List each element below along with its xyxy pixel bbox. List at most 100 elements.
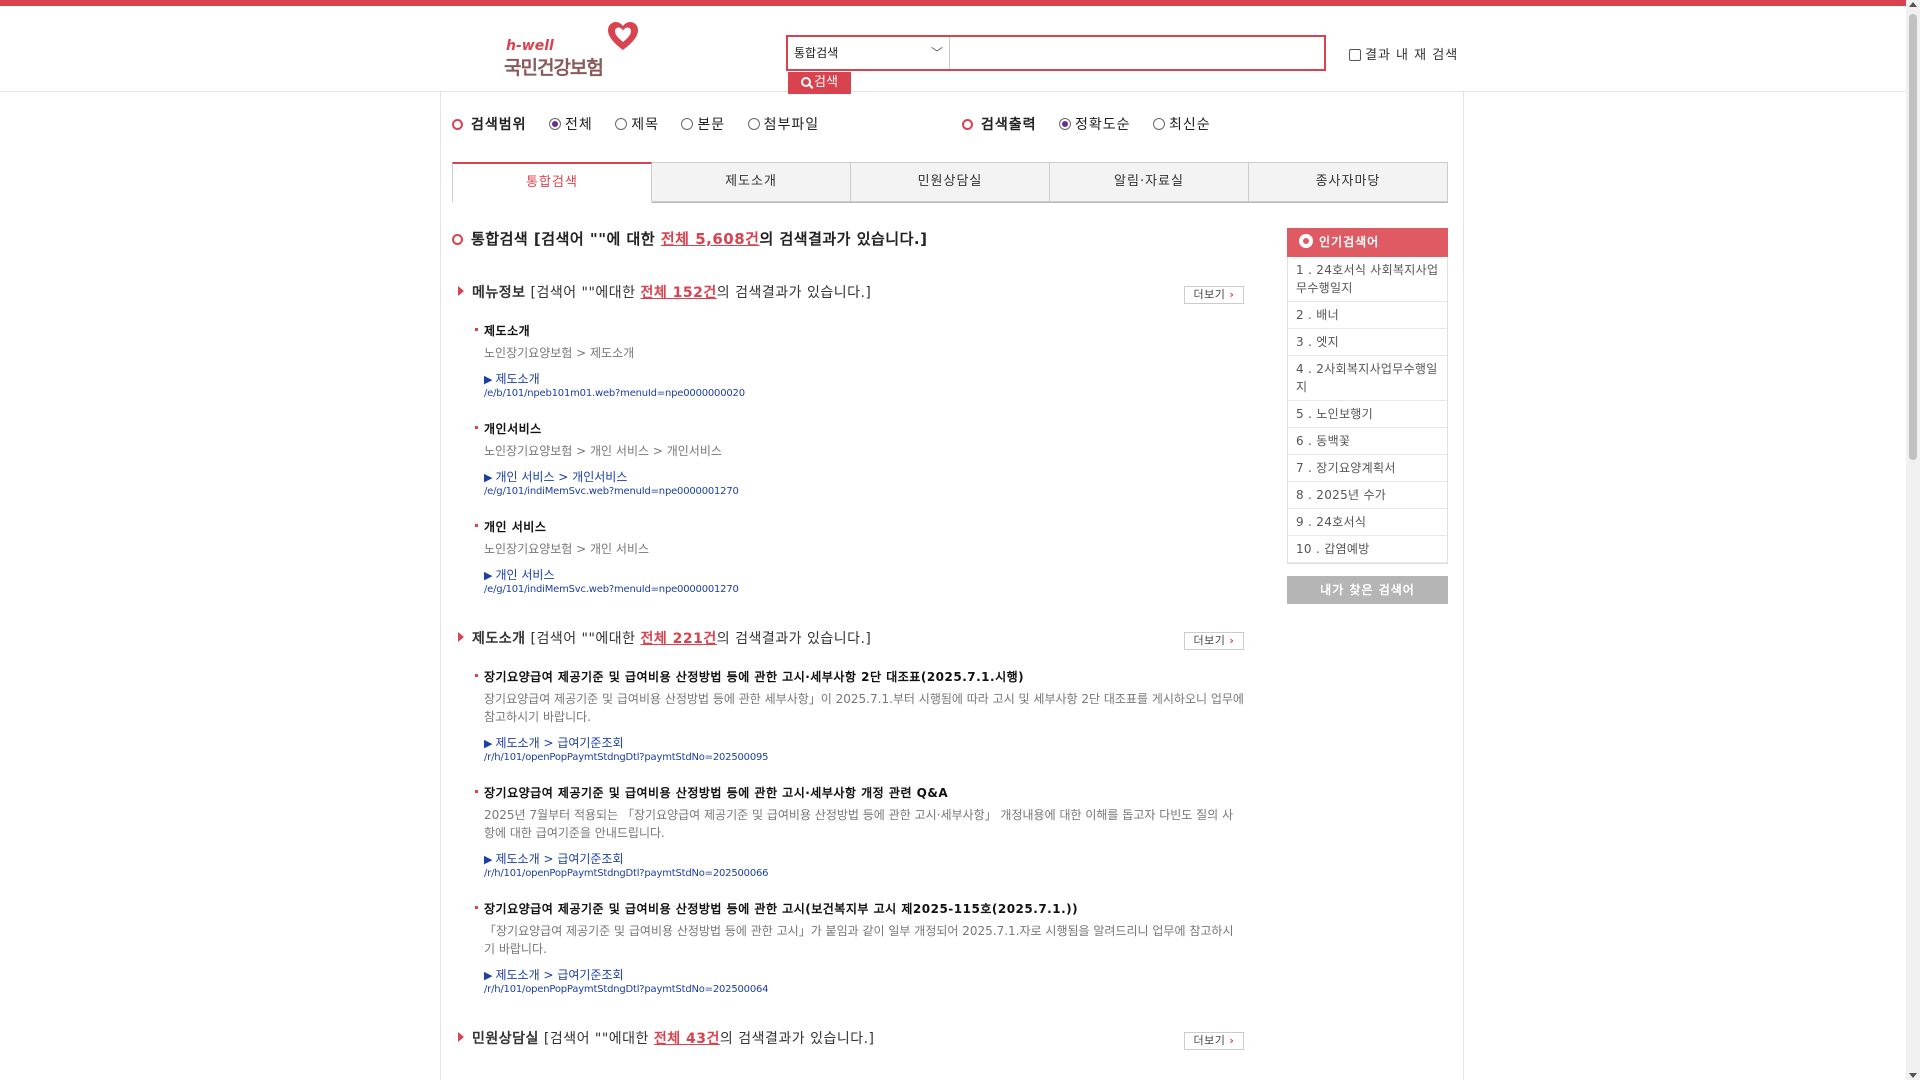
range-radio-attachment[interactable]: 첨부파일 bbox=[747, 114, 820, 134]
category-tabs: 통합검색 제도소개 민원상담실 알림·자료실 종사자마당 bbox=[452, 162, 1448, 203]
radio-icon bbox=[615, 118, 628, 130]
range-radio-all[interactable]: 전체 bbox=[548, 114, 593, 134]
result-item: 장기요양급여 제공기준 및 급여비용 산정방법 등에 관한 고시·세부사항 개정… bbox=[472, 784, 1252, 882]
more-label: 더보기 bbox=[1193, 1034, 1226, 1047]
heart-icon bbox=[608, 22, 638, 50]
popular-keyword[interactable]: 5 . 노인보행기 bbox=[1288, 401, 1447, 428]
result-url[interactable]: /e/g/101/indiMemSvc.web?menuId=npe000000… bbox=[484, 584, 1252, 598]
bullet-icon bbox=[475, 790, 478, 793]
chevron-right-icon: › bbox=[1229, 1034, 1235, 1047]
logo-name: 국민건강보험 bbox=[504, 57, 604, 79]
popular-keyword[interactable]: 3 . 엣지 bbox=[1288, 329, 1447, 356]
popular-title: 인기검색어 bbox=[1319, 235, 1380, 249]
section-count-link[interactable]: 전체 43건 bbox=[654, 1031, 720, 1047]
popular-keywords-list: 1 . 24호서식 사회복지사업 무수행일지 2 . 배너 3 . 엣지 4 .… bbox=[1287, 257, 1448, 564]
result-path: 노인장기요양보험 > 개인 서비스 bbox=[484, 542, 650, 556]
bullet-icon bbox=[475, 906, 478, 909]
result-title[interactable]: 장기요양급여 제공기준 및 급여비용 산정방법 등에 관한 고시(보건복지부 고… bbox=[484, 900, 1252, 918]
section-prefix: [검색어 ""에대한 bbox=[525, 285, 641, 301]
result-title[interactable]: 개인 서비스 bbox=[484, 518, 1252, 536]
range-radio-label: 전체 bbox=[564, 117, 593, 133]
result-url[interactable]: /r/h/101/openPopPaymtStdngDtl?paymtStdNo… bbox=[484, 868, 1252, 882]
result-description: 장기요양급여 제공기준 및 급여비용 산정방법 등에 관한 세부사항」이 202… bbox=[484, 692, 1244, 724]
result-title[interactable]: 장기요양급여 제공기준 및 급여비용 산정방법 등에 관한 고시·세부사항 개정… bbox=[484, 784, 1252, 802]
tab-worker-yard[interactable]: 종사자마당 bbox=[1249, 162, 1448, 202]
section-count-link[interactable]: 전체 221건 bbox=[641, 631, 717, 647]
tab-notice-data[interactable]: 알림·자료실 bbox=[1050, 162, 1249, 202]
range-label: 검색범위 bbox=[471, 117, 527, 133]
search-input[interactable] bbox=[954, 40, 1314, 66]
range-options: 검색범위 전체 제목 본문 첨부파일 bbox=[452, 114, 837, 134]
bullet-icon bbox=[475, 426, 478, 429]
scroll-down-icon[interactable] bbox=[1909, 1073, 1917, 1078]
popular-keyword[interactable]: 1 . 24호서식 사회복지사업 무수행일지 bbox=[1288, 257, 1447, 302]
tab-integrated[interactable]: 통합검색 bbox=[452, 162, 652, 203]
logo[interactable]: h-well 국민건강보험 bbox=[504, 20, 644, 79]
popular-keyword[interactable]: 2 . 배너 bbox=[1288, 302, 1447, 329]
tab-civil-counsel[interactable]: 민원상담실 bbox=[851, 162, 1050, 202]
scroll-up-icon[interactable] bbox=[1909, 2, 1917, 7]
play-icon: ▶ bbox=[484, 969, 493, 982]
tab-system-intro[interactable]: 제도소개 bbox=[652, 162, 851, 202]
result-category: 개인 서비스 bbox=[495, 568, 555, 582]
result-category-link[interactable]: ▶ 제도소개 bbox=[484, 370, 1252, 386]
result-category: 제도소개 > 급여기준조회 bbox=[495, 736, 624, 750]
result-category-link[interactable]: ▶ 개인 서비스 > 개인서비스 bbox=[484, 468, 1252, 484]
bullet-icon bbox=[452, 234, 463, 245]
checkbox-box[interactable] bbox=[1349, 49, 1361, 61]
popular-keyword[interactable]: 4 . 2사회복지사업무수행일지 bbox=[1288, 356, 1447, 401]
result-url[interactable]: /r/h/101/openPopPaymtStdngDtl?paymtStdNo… bbox=[484, 752, 1252, 766]
section-title: 민원상담실 bbox=[472, 1031, 539, 1047]
result-url[interactable]: /e/g/101/indiMemSvc.web?menuId=npe000000… bbox=[484, 486, 1252, 500]
scrollbar-thumb[interactable] bbox=[1909, 14, 1917, 460]
popular-keyword[interactable]: 6 . 동백꽃 bbox=[1288, 428, 1447, 455]
popular-keyword[interactable]: 8 . 2025년 수가 bbox=[1288, 482, 1447, 509]
result-section-civil: 민원상담실 [검색어 ""에대한 전체 43건의 검색결과가 있습니다.] 더보… bbox=[452, 1028, 1252, 1050]
section-prefix: [검색어 ""에대한 bbox=[525, 631, 641, 647]
range-radio-label: 본문 bbox=[697, 117, 726, 133]
result-url[interactable]: /r/h/101/openPopPaymtStdngDtl?paymtStdNo… bbox=[484, 984, 1252, 998]
result-title[interactable]: 개인서비스 bbox=[484, 420, 1252, 438]
popular-keyword[interactable]: 10 . 갑염예방 bbox=[1288, 536, 1447, 563]
order-label: 검색출력 bbox=[981, 117, 1037, 133]
total-prefix: 통합검색 [검색어 ""에 대한 bbox=[471, 230, 661, 248]
more-label: 더보기 bbox=[1193, 634, 1226, 647]
section-count-link[interactable]: 전체 152건 bbox=[641, 285, 717, 301]
search-within-label: 결과 내 재 검색 bbox=[1365, 48, 1459, 63]
result-url[interactable]: /e/b/101/npeb101m01.web?menuId=npe000000… bbox=[484, 388, 1252, 402]
range-radio-title[interactable]: 제목 bbox=[615, 114, 659, 134]
play-icon: ▶ bbox=[484, 853, 493, 866]
more-button[interactable]: 더보기 › bbox=[1184, 286, 1244, 304]
search-button[interactable]: 검색 bbox=[788, 72, 851, 94]
more-button[interactable]: 더보기 › bbox=[1184, 1032, 1244, 1050]
result-category-link[interactable]: ▶ 개인 서비스 bbox=[484, 566, 1252, 582]
page-scrollbar[interactable] bbox=[1906, 0, 1920, 1080]
range-radio-body[interactable]: 본문 bbox=[681, 114, 725, 134]
order-radio-accuracy[interactable]: 정확도순 bbox=[1058, 114, 1131, 134]
result-item: 개인 서비스 노인장기요양보험 > 개인 서비스 ▶ 개인 서비스 /e/g/10… bbox=[472, 518, 1252, 598]
search-scope-select[interactable]: 통합검색 ﹀ bbox=[788, 37, 950, 69]
search-within-checkbox[interactable]: 결과 내 재 검색 bbox=[1349, 44, 1458, 63]
result-title[interactable]: 제도소개 bbox=[484, 322, 1252, 340]
result-category-link[interactable]: ▶ 제도소개 > 급여기준조회 bbox=[484, 734, 1252, 750]
more-button[interactable]: 더보기 › bbox=[1184, 632, 1244, 650]
total-suffix: 의 검색결과가 있습니다.] bbox=[759, 230, 928, 248]
bullet-icon bbox=[475, 328, 478, 331]
result-category: 제도소개 > 급여기준조회 bbox=[495, 852, 624, 866]
range-radio-label: 첨부파일 bbox=[763, 117, 820, 133]
result-category-link[interactable]: ▶ 제도소개 > 급여기준조회 bbox=[484, 850, 1252, 866]
result-path: 노인장기요양보험 > 제도소개 bbox=[484, 346, 635, 360]
triangle-icon bbox=[458, 286, 464, 296]
radio-icon bbox=[1058, 118, 1071, 130]
total-count-link[interactable]: 전체 5,608건 bbox=[661, 230, 760, 248]
range-radio-label: 제목 bbox=[631, 117, 659, 133]
more-label: 더보기 bbox=[1193, 288, 1226, 301]
popular-keyword[interactable]: 7 . 장기요양계획서 bbox=[1288, 455, 1447, 482]
popular-keyword[interactable]: 9 . 24호서식 bbox=[1288, 509, 1447, 536]
result-title[interactable]: 장기요양급여 제공기준 및 급여비용 산정방법 등에 관한 고시·세부사항 2단… bbox=[484, 668, 1252, 686]
result-description: 2025년 7월부터 적용되는 「장기요양급여 제공기준 및 급여비용 산정방법… bbox=[484, 808, 1234, 840]
result-category-link[interactable]: ▶ 제도소개 > 급여기준조회 bbox=[484, 966, 1252, 982]
order-radio-latest[interactable]: 최신순 bbox=[1152, 114, 1211, 134]
my-keywords-button[interactable]: 내가 찾은 검색어 bbox=[1287, 576, 1448, 604]
result-section-system: 제도소개 [검색어 ""에대한 전체 221건의 검색결과가 있습니다.] 더보… bbox=[452, 628, 1252, 998]
